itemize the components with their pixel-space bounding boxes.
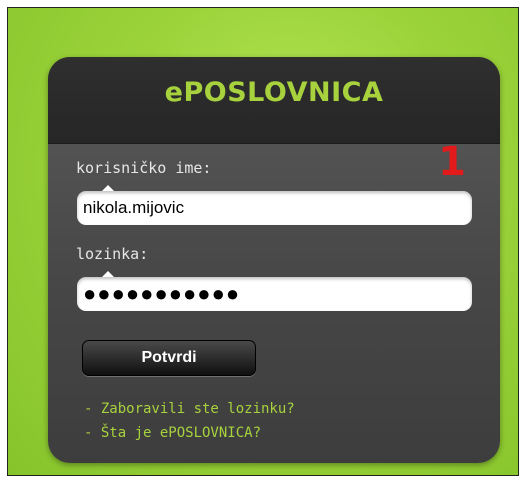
username-input[interactable]: nikola.mijovic <box>77 191 472 225</box>
username-label: korisničko ime: <box>76 159 212 177</box>
step-marker: 1 <box>438 139 466 185</box>
password-input[interactable]: ●●●●●●●●●●● <box>77 277 472 311</box>
password-label: lozinka: <box>76 245 149 263</box>
login-panel: ePOSLOVNICA korisničko ime: 1 nikola.mij… <box>48 57 500 463</box>
login-header: ePOSLOVNICA <box>48 57 500 144</box>
about-link[interactable]: - Šta je ePOSLOVNICA? <box>84 425 261 441</box>
username-value: nikola.mijovic <box>83 198 185 217</box>
forgot-password-link[interactable]: - Zaboravili ste lozinku? <box>84 401 295 417</box>
password-value: ●●●●●●●●●●● <box>83 281 241 306</box>
page-frame: ePOSLOVNICA korisničko ime: 1 nikola.mij… <box>7 7 519 476</box>
submit-button[interactable]: Potvrdi <box>82 340 256 376</box>
app-title: ePOSLOVNICA <box>164 77 384 108</box>
